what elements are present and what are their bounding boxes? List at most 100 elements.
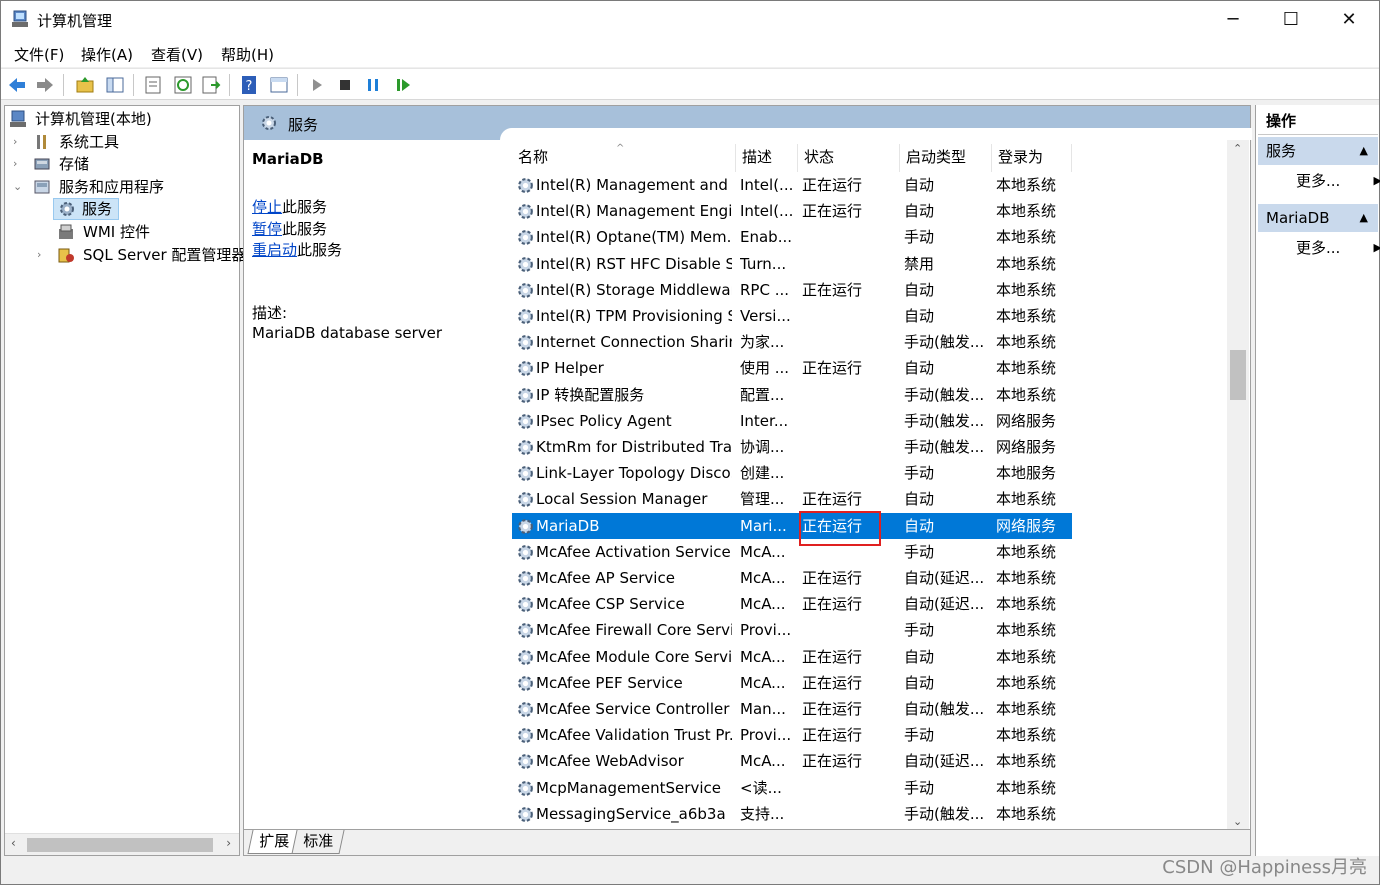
table-row[interactable]: Intel(R) RST HFC Disable S... Turn... 禁用 本地…: [512, 251, 1072, 277]
stop-service-icon[interactable]: [335, 75, 355, 95]
cell-description: 管理...: [740, 490, 785, 509]
column-header-description[interactable]: 描述: [736, 144, 798, 172]
export-list-icon[interactable]: [201, 75, 221, 95]
table-row[interactable]: IP 转换配置服务 配置... 手动(触发... 本地系统: [512, 382, 1072, 408]
show-hide-tree-icon[interactable]: [105, 75, 125, 95]
cell-startup-type: 自动: [904, 202, 935, 221]
selected-service-name: MariaDB: [252, 150, 324, 168]
actions-more-services[interactable]: 更多... ▶: [1296, 168, 1380, 194]
back-arrow-icon[interactable]: [7, 75, 27, 95]
tree-item-label: WMI 控件: [83, 223, 150, 241]
chevron-right-icon[interactable]: ›: [13, 153, 25, 175]
cell-description: Turn...: [740, 254, 787, 273]
tree-horizontal-scrollbar[interactable]: ‹ ›: [5, 833, 239, 855]
table-row[interactable]: IP Helper 使用 ... 正在运行 自动 本地系统: [512, 355, 1072, 381]
chevron-down-icon[interactable]: ⌄: [13, 176, 25, 198]
table-row[interactable]: McAfee Activation Service McA... 手动 本地系统: [512, 539, 1072, 565]
pause-service-link[interactable]: 暂停: [252, 220, 282, 238]
table-row[interactable]: Intel(R) Optane(TM) Mem... Enab... 手动 本地系统: [512, 224, 1072, 250]
tree-item-services-apps[interactable]: ⌄ 服务和应用程序: [13, 176, 233, 198]
table-row[interactable]: McAfee Service Controller Man... 正在运行 自动(触发…: [512, 696, 1072, 722]
refresh-icon[interactable]: [173, 75, 193, 95]
tree-item-system-tools[interactable]: › 系统工具: [13, 131, 233, 153]
service-gear-icon: [518, 754, 533, 770]
actions-section-services[interactable]: 服务 ▲: [1258, 137, 1378, 165]
maximize-button[interactable]: ☐: [1262, 1, 1320, 39]
cell-logon-as: 本地系统: [996, 804, 1057, 823]
table-row[interactable]: KtmRm for Distributed Tra... 协调... 手动(触发..…: [512, 434, 1072, 460]
table-row[interactable]: McAfee Module Core Servi... McA... 正在运行 自动 本…: [512, 644, 1072, 670]
close-button[interactable]: ✕: [1320, 1, 1378, 39]
restart-service-icon[interactable]: [393, 75, 413, 95]
stop-service-link[interactable]: 停止: [252, 198, 282, 216]
table-row[interactable]: McpManagementService <读... 手动 本地系统: [512, 775, 1072, 801]
menu-file[interactable]: 文件(F): [14, 44, 64, 65]
actions-title: 操作: [1258, 107, 1378, 135]
cell-logon-as: 本地系统: [996, 333, 1057, 352]
cell-description: 支持...: [740, 804, 785, 823]
collapse-icon[interactable]: ▲: [1360, 204, 1368, 232]
view-tabs: 扩展 标准: [244, 829, 1250, 855]
scroll-right-icon[interactable]: ›: [226, 836, 231, 850]
window-title: 计算机管理: [37, 12, 113, 30]
action-pane-icon[interactable]: [269, 75, 289, 95]
help-icon[interactable]: ?: [239, 75, 259, 95]
table-row[interactable]: McAfee AP Service McA... 正在运行 自动(延迟... 本地系统: [512, 565, 1072, 591]
service-gear-icon: [518, 466, 533, 482]
table-row[interactable]: Internet Connection Sharin... 为家... 手动(触发.…: [512, 329, 1072, 355]
collapse-icon[interactable]: ▲: [1360, 137, 1368, 165]
tree-item-wmi[interactable]: WMI 控件: [53, 221, 233, 243]
cell-description: Mari...: [740, 516, 787, 535]
menu-view[interactable]: 查看(V): [151, 44, 203, 65]
table-row[interactable]: Local Session Manager 管理... 正在运行 自动 本地系统: [512, 486, 1072, 512]
cell-startup-type: 自动: [904, 490, 935, 509]
table-row[interactable]: MessagingService_a6b3a 支持... 手动(触发... 本地系统: [512, 801, 1072, 827]
properties-icon[interactable]: [143, 75, 163, 95]
column-header-status[interactable]: 状态: [798, 144, 900, 172]
table-row[interactable]: Intel(R) TPM Provisioning S... Versi... 自动…: [512, 303, 1072, 329]
tree-item-storage[interactable]: › 存储: [13, 153, 233, 175]
table-row[interactable]: Intel(R) Management Engi... Intel(... 正在运行…: [512, 198, 1072, 224]
table-row[interactable]: Link-Layer Topology Disco... 创建... 手动 本地服务: [512, 460, 1072, 486]
menu-action[interactable]: 操作(A): [81, 44, 133, 65]
scrollbar-thumb[interactable]: [1230, 350, 1246, 400]
table-row[interactable]: McAfee Validation Trust Pr... Provi... 正在运…: [512, 722, 1072, 748]
actions-section-mariadb[interactable]: MariaDB ▲: [1258, 204, 1378, 232]
cell-startup-type: 手动: [904, 228, 935, 247]
table-row[interactable]: IPsec Policy Agent Inter... 手动(触发... 网络服务: [512, 408, 1072, 434]
table-row[interactable]: Intel(R) Management and ... Intel(... 正在运行…: [512, 172, 1072, 198]
table-row[interactable]: McAfee PEF Service McA... 正在运行 自动 本地系统: [512, 670, 1072, 696]
service-gear-icon: [518, 204, 533, 220]
scroll-down-icon[interactable]: ⌄: [1233, 815, 1242, 828]
column-header-name[interactable]: 名称 ^: [512, 143, 736, 172]
pause-service-icon[interactable]: [363, 75, 383, 95]
watermark: CSDN @Happiness月亮: [1162, 857, 1367, 878]
table-row[interactable]: Intel(R) Storage Middlewar... RPC ... 正在运行…: [512, 277, 1072, 303]
tree-item-services[interactable]: 服务: [53, 198, 119, 220]
scroll-up-icon[interactable]: ⌃: [1233, 142, 1242, 155]
scrollbar-thumb[interactable]: [27, 838, 213, 852]
column-header-startup-type[interactable]: 启动类型: [900, 144, 992, 172]
cell-logon-as: 本地系统: [996, 228, 1057, 247]
scroll-left-icon[interactable]: ‹: [11, 836, 16, 850]
table-row[interactable]: McAfee CSP Service McA... 正在运行 自动(延迟... 本地系统: [512, 591, 1072, 617]
chevron-right-icon[interactable]: ›: [13, 131, 25, 153]
table-row[interactable]: McAfee WebAdvisor McA... 正在运行 自动(延迟... 本地系统: [512, 748, 1072, 774]
services-header-title: 服务: [288, 116, 319, 134]
table-row[interactable]: McAfee Firewall Core Servi... Provi... 手动 本…: [512, 617, 1072, 643]
actions-more-mariadb[interactable]: 更多... ▶: [1296, 235, 1380, 261]
up-folder-icon[interactable]: [75, 75, 95, 95]
start-service-icon[interactable]: [307, 75, 327, 95]
forward-arrow-icon[interactable]: [35, 75, 55, 95]
restart-service-link[interactable]: 重启动: [252, 241, 297, 259]
menu-help[interactable]: 帮助(H): [221, 44, 274, 65]
chevron-right-icon[interactable]: ›: [37, 244, 49, 266]
column-header-logon-as[interactable]: 登录为: [992, 144, 1072, 172]
tree-item-sql-server[interactable]: › SQL Server 配置管理器: [37, 244, 246, 266]
tab-standard[interactable]: 标准: [291, 830, 345, 854]
table-row[interactable]: MariaDB Mari... 正在运行 自动 网络服务: [512, 512, 1072, 539]
service-gear-icon: [518, 597, 533, 613]
minimize-button[interactable]: ─: [1204, 1, 1262, 39]
table-vertical-scrollbar[interactable]: ⌃ ⌄: [1227, 140, 1249, 830]
cell-description: Provi...: [740, 621, 792, 640]
